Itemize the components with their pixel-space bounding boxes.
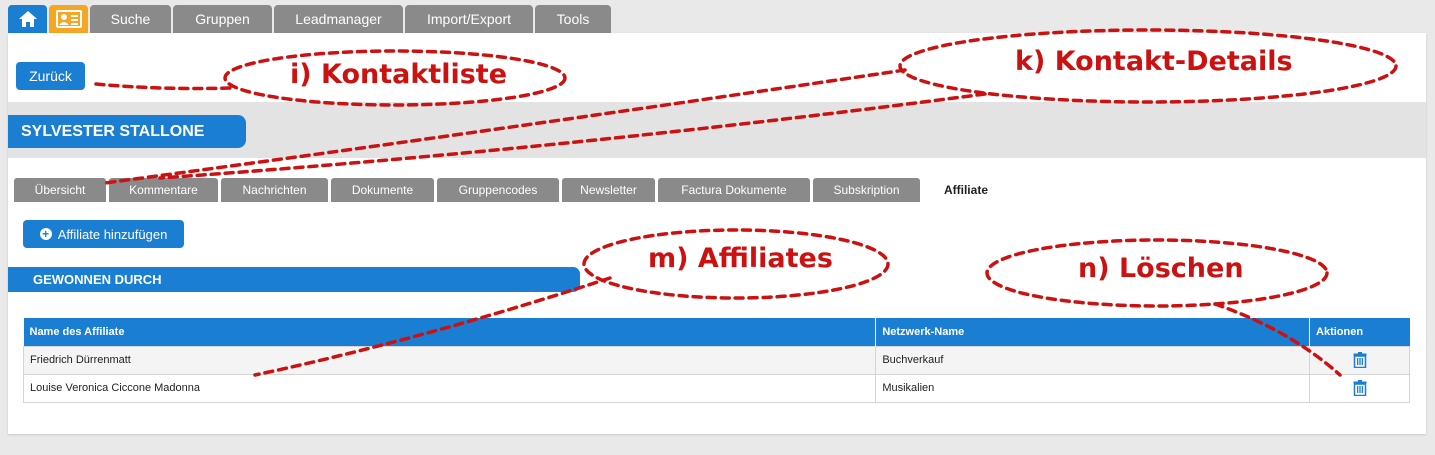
nav-tab-import-export[interactable]: Import/Export bbox=[405, 5, 533, 33]
top-navigation: Suche Gruppen Leadmanager Import/Export … bbox=[8, 5, 611, 33]
home-tab[interactable] bbox=[8, 5, 47, 33]
tab-uebersicht[interactable]: Übersicht bbox=[14, 178, 106, 202]
network-name-cell: Musikalien bbox=[875, 373, 1311, 403]
tab-gruppencodes[interactable]: Gruppencodes bbox=[437, 178, 559, 202]
home-icon bbox=[18, 11, 37, 27]
tab-kommentare[interactable]: Kommentare bbox=[109, 178, 218, 202]
tab-affiliate[interactable]: Affiliate bbox=[923, 178, 1009, 202]
nav-tab-gruppen[interactable]: Gruppen bbox=[173, 5, 272, 33]
add-affiliate-label: Affiliate hinzufügen bbox=[57, 226, 168, 242]
actions-cell bbox=[1309, 373, 1410, 403]
tab-nachrichten[interactable]: Nachrichten bbox=[221, 178, 328, 202]
affiliate-name-cell: Louise Veronica Ciccone Madonna bbox=[22, 373, 877, 403]
column-header-name[interactable]: Name des Affiliate bbox=[23, 318, 877, 346]
annotation-affiliates: m) Affiliates bbox=[648, 243, 833, 274]
detail-tabs: Übersicht Kommentare Nachrichten Dokumen… bbox=[14, 178, 1009, 202]
table-row: Friedrich Dürrenmatt Buchverkauf bbox=[22, 345, 1410, 375]
column-header-actions: Aktionen bbox=[1309, 318, 1410, 346]
table-header-row: Name des Affiliate Netzwerk-Name Aktione… bbox=[23, 318, 1410, 346]
annotation-loeschen: n) Löschen bbox=[1078, 253, 1244, 284]
annotation-kontaktliste: i) Kontaktliste bbox=[290, 59, 508, 90]
actions-cell bbox=[1309, 345, 1410, 375]
trash-icon[interactable] bbox=[1353, 352, 1367, 368]
nav-tab-leadmanager[interactable]: Leadmanager bbox=[274, 5, 403, 33]
contact-card-icon bbox=[55, 10, 82, 28]
plus-icon: + bbox=[39, 228, 52, 240]
contact-header-band: SYLVESTER STALLONE bbox=[8, 102, 1426, 158]
network-name-cell: Buchverkauf bbox=[875, 345, 1311, 375]
tab-newsletter[interactable]: Newsletter bbox=[562, 178, 655, 202]
section-title: GEWONNEN DURCH bbox=[8, 267, 580, 292]
tab-subskription[interactable]: Subskription bbox=[813, 178, 920, 202]
table-row: Louise Veronica Ciccone Madonna Musikali… bbox=[22, 373, 1410, 403]
contact-name: SYLVESTER STALLONE bbox=[8, 115, 246, 148]
content-panel: Zurück SYLVESTER STALLONE Übersicht Komm… bbox=[8, 33, 1426, 434]
trash-icon[interactable] bbox=[1353, 380, 1367, 396]
annotation-kontakt-details: k) Kontakt-Details bbox=[1015, 46, 1293, 77]
add-affiliate-button[interactable]: + Affiliate hinzufügen bbox=[23, 220, 184, 248]
column-header-network[interactable]: Netzwerk-Name bbox=[875, 318, 1311, 346]
nav-tab-tools[interactable]: Tools bbox=[535, 5, 611, 33]
tab-factura-dokumente[interactable]: Factura Dokumente bbox=[658, 178, 810, 202]
contacts-tab[interactable] bbox=[49, 5, 88, 33]
tab-dokumente[interactable]: Dokumente bbox=[331, 178, 434, 202]
nav-tab-suche[interactable]: Suche bbox=[90, 5, 171, 33]
back-button[interactable]: Zurück bbox=[16, 62, 85, 90]
affiliate-name-cell: Friedrich Dürrenmatt bbox=[22, 345, 877, 375]
affiliate-table: Name des Affiliate Netzwerk-Name Aktione… bbox=[22, 318, 1410, 403]
